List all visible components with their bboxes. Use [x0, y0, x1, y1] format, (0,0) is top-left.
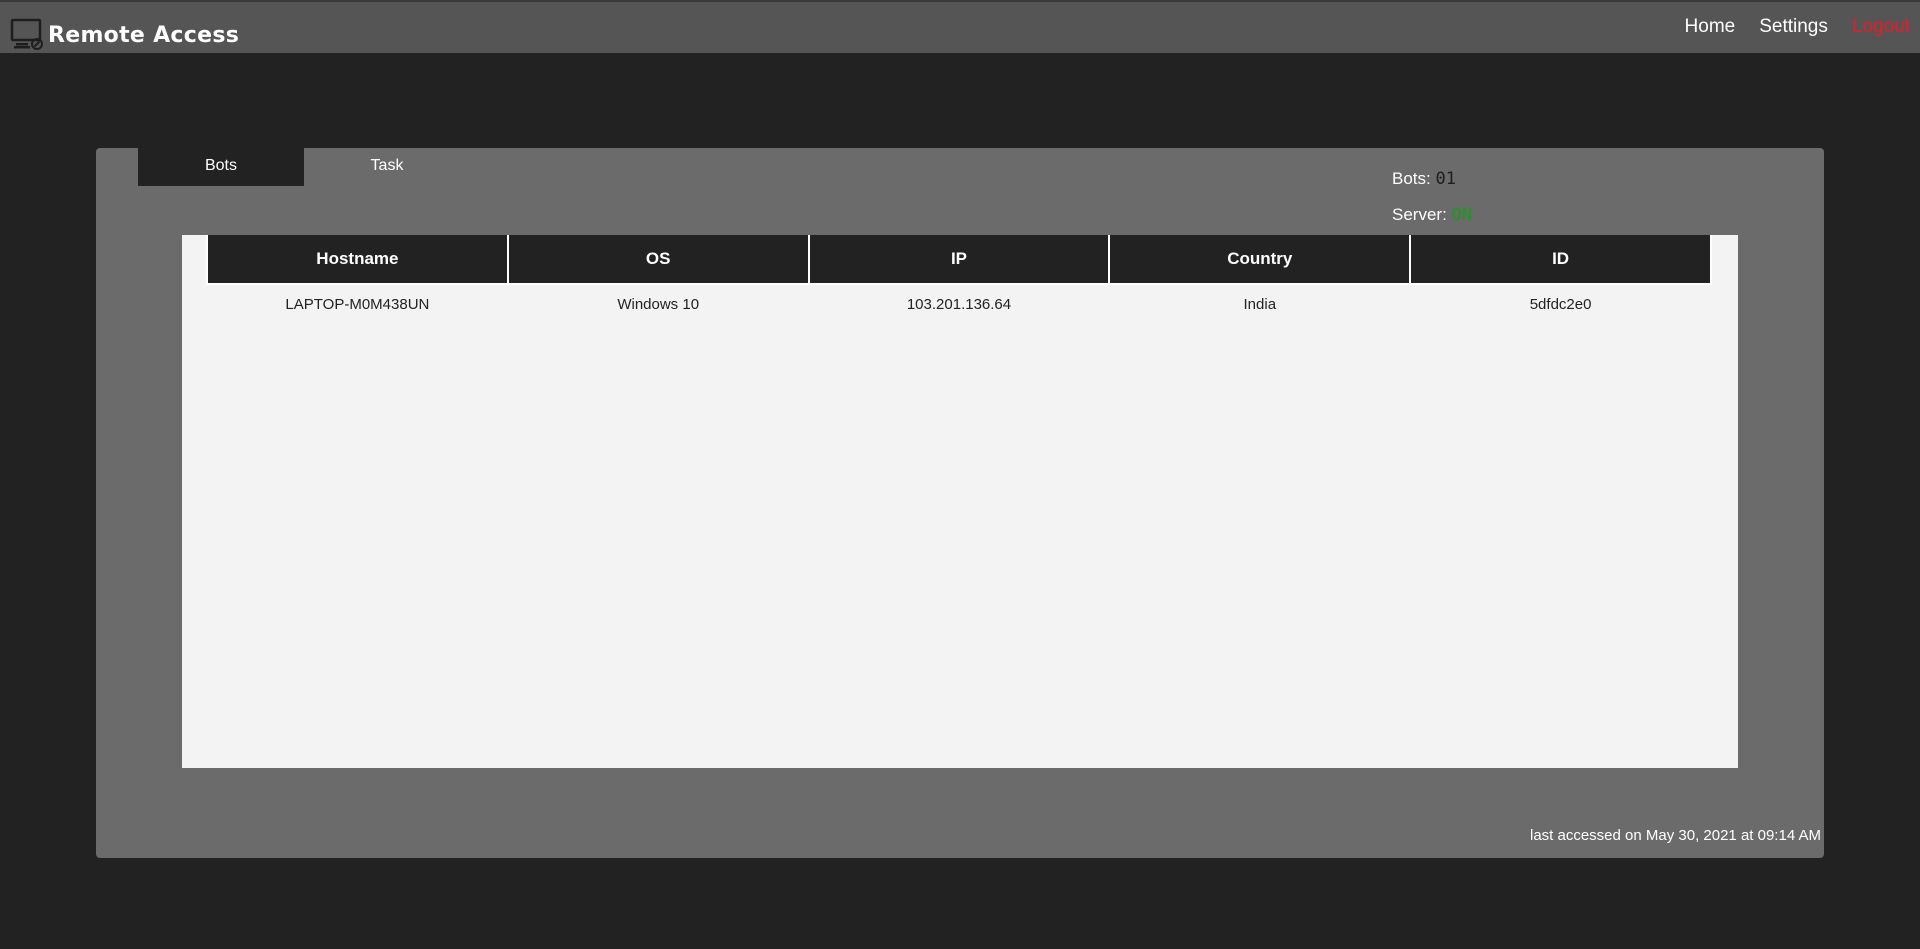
- app-title: Remote Access: [48, 23, 240, 48]
- column-header-hostname[interactable]: Hostname: [206, 235, 509, 285]
- cell-hostname: LAPTOP-M0M438UN: [285, 296, 430, 313]
- table-row[interactable]: LAPTOP-M0M438UN Windows 10 103.201.136.6…: [207, 284, 1711, 324]
- cell-country: India: [1243, 296, 1277, 313]
- cell-ip: 103.201.136.64: [906, 296, 1012, 313]
- nav-settings-link[interactable]: Settings: [1759, 16, 1828, 38]
- brand[interactable]: Remote Access: [10, 16, 239, 50]
- column-header-os[interactable]: OS: [506, 235, 810, 285]
- nav-home-link[interactable]: Home: [1685, 16, 1736, 38]
- tab-bots[interactable]: Bots: [138, 148, 304, 186]
- bots-count-label: Bots:: [1392, 169, 1431, 188]
- stats-box: Bots: 01 Server: ON: [1392, 168, 1472, 240]
- top-nav: Home Settings Logout: [1685, 16, 1910, 38]
- column-header-country[interactable]: Country: [1108, 235, 1412, 285]
- bots-count-row: Bots: 01: [1392, 168, 1472, 204]
- tab-task[interactable]: Task: [304, 148, 470, 186]
- cell-os: Windows 10: [617, 296, 700, 313]
- main-panel: Bots Task Bots: 01 Server: ON Hostname O…: [96, 148, 1824, 858]
- server-status-label: Server:: [1392, 205, 1447, 224]
- column-header-id[interactable]: ID: [1409, 235, 1712, 285]
- nav-logout-link[interactable]: Logout: [1852, 16, 1910, 38]
- top-bar: Remote Access Home Settings Logout: [0, 0, 1920, 53]
- bots-count-value: 01: [1435, 169, 1456, 189]
- bots-table: Hostname OS IP Country ID LAPTOP-M0M438U…: [206, 235, 1712, 324]
- bots-table-container: Hostname OS IP Country ID LAPTOP-M0M438U…: [182, 235, 1738, 768]
- cell-id: 5dfdc2e0: [1529, 296, 1592, 313]
- column-header-ip[interactable]: IP: [807, 235, 1111, 285]
- tab-bar: Bots Task: [138, 148, 470, 186]
- monitor-icon: [10, 18, 43, 50]
- last-accessed-text: last accessed on May 30, 2021 at 09:14 A…: [1529, 827, 1821, 844]
- server-status-value: ON: [1451, 205, 1473, 225]
- table-header-row: Hostname OS IP Country ID: [206, 235, 1712, 285]
